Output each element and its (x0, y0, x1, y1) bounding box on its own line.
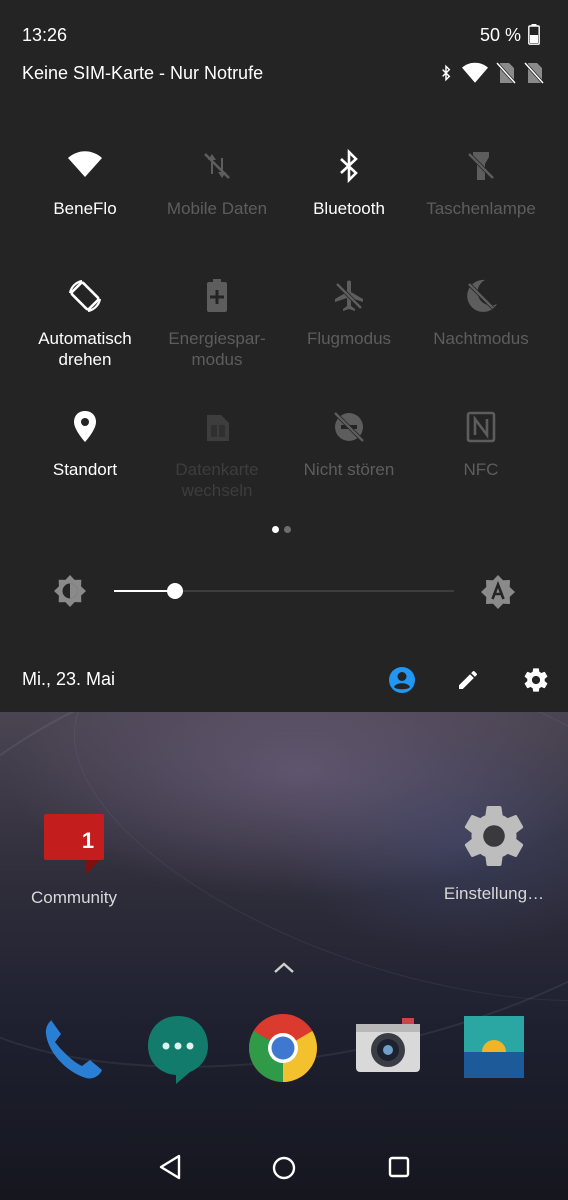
settings-app-icon (464, 806, 524, 866)
tile-bluetooth[interactable]: Bluetooth (282, 146, 416, 219)
location-icon (74, 411, 96, 442)
chrome-icon[interactable] (247, 1012, 319, 1084)
community-app-icon: 1 (44, 814, 104, 874)
airplane-off-icon (335, 280, 363, 311)
messages-icon[interactable] (142, 1012, 214, 1084)
tile-label: Energiespar-modus (168, 329, 266, 369)
phone-icon[interactable] (37, 1012, 109, 1084)
battery-saver-icon (207, 279, 227, 312)
tile-switch-data-card[interactable]: Datenkarte wechseln (150, 407, 284, 501)
carrier-label: Keine SIM-Karte - Nur Notrufe (22, 63, 264, 83)
status-icons (438, 62, 544, 84)
tile-airplane-mode[interactable]: Flugmodus (282, 276, 416, 349)
quick-settings-panel: 13:26 50 % Keine SIM-Karte - Nur Notrufe (0, 0, 568, 712)
tile-label: Standort (52, 460, 118, 479)
tile-nfc[interactable]: NFC (414, 407, 548, 480)
settings-icon[interactable] (522, 666, 550, 694)
slider-thumb[interactable] (167, 583, 183, 599)
page-dot (284, 526, 291, 533)
tile-wifi[interactable]: BeneFlo (18, 146, 152, 219)
page-indicator (272, 526, 291, 533)
app-community[interactable]: 1 Community (18, 808, 130, 908)
tile-battery-saver[interactable]: Energiespar-modus (150, 276, 284, 370)
tile-label: Datenkarte wechseln (175, 460, 259, 500)
page-dot-active (272, 526, 279, 533)
sim-card-icon (207, 415, 229, 441)
app-settings[interactable]: Einstellung… (440, 800, 548, 904)
status-bar: 13:26 50 % (0, 0, 568, 60)
flashlight-off-icon (467, 152, 495, 180)
tile-label: Nicht stören (303, 460, 395, 479)
wifi-icon (462, 62, 488, 83)
battery-percentage: 50 % (479, 25, 521, 45)
tile-label: Nachtmodus (433, 329, 529, 348)
back-button[interactable] (157, 1153, 183, 1181)
bluetooth-icon (340, 148, 358, 184)
brightness-slider[interactable] (114, 580, 454, 602)
tile-label: BeneFlo (53, 199, 117, 218)
battery-icon (528, 24, 540, 45)
bluetooth-icon (442, 64, 451, 82)
camera-icon[interactable] (352, 1012, 424, 1084)
tile-mobile-data[interactable]: Mobile Daten (150, 146, 284, 219)
tile-auto-rotate[interactable]: Automatisch drehen (18, 276, 152, 370)
night-mode-off-icon (467, 279, 497, 312)
brightness-auto-icon[interactable] (480, 574, 516, 610)
tile-night-mode[interactable]: Nachtmodus (414, 276, 548, 349)
tile-do-not-disturb[interactable]: Nicht stören (282, 407, 416, 480)
home-button[interactable] (271, 1155, 297, 1181)
clock: 13:26 (22, 25, 68, 45)
home-screen (0, 712, 568, 1200)
community-badge: 1 (82, 828, 94, 853)
tile-label: Taschenlampe (426, 199, 536, 218)
no-sim-icon (496, 62, 516, 84)
app-label: Community (31, 888, 117, 907)
slider-fill (114, 590, 175, 592)
user-account-icon[interactable] (388, 666, 416, 694)
tile-label: NFC (463, 460, 499, 479)
mobile-data-off-icon (204, 153, 230, 179)
tile-label: Automatisch drehen (38, 329, 132, 369)
do-not-disturb-off-icon (333, 411, 365, 443)
no-sim-icon (524, 62, 544, 84)
gallery-icon[interactable] (458, 1012, 530, 1084)
edit-icon[interactable] (456, 668, 480, 692)
tile-flashlight[interactable]: Taschenlampe (414, 146, 548, 219)
brightness-low-icon (54, 575, 86, 607)
recent-apps-button[interactable] (387, 1155, 411, 1179)
tile-label: Mobile Daten (166, 199, 268, 218)
tile-label: Flugmodus (306, 329, 392, 348)
wifi-icon (68, 151, 102, 177)
app-label: Einstellung… (443, 884, 545, 903)
app-drawer-arrow-icon[interactable] (271, 958, 297, 976)
date-label: Mi., 23. Mai (22, 669, 116, 689)
tile-location[interactable]: Standort (18, 407, 152, 480)
nfc-icon (466, 411, 496, 443)
tile-label: Bluetooth (313, 199, 385, 218)
auto-rotate-icon (68, 279, 102, 313)
